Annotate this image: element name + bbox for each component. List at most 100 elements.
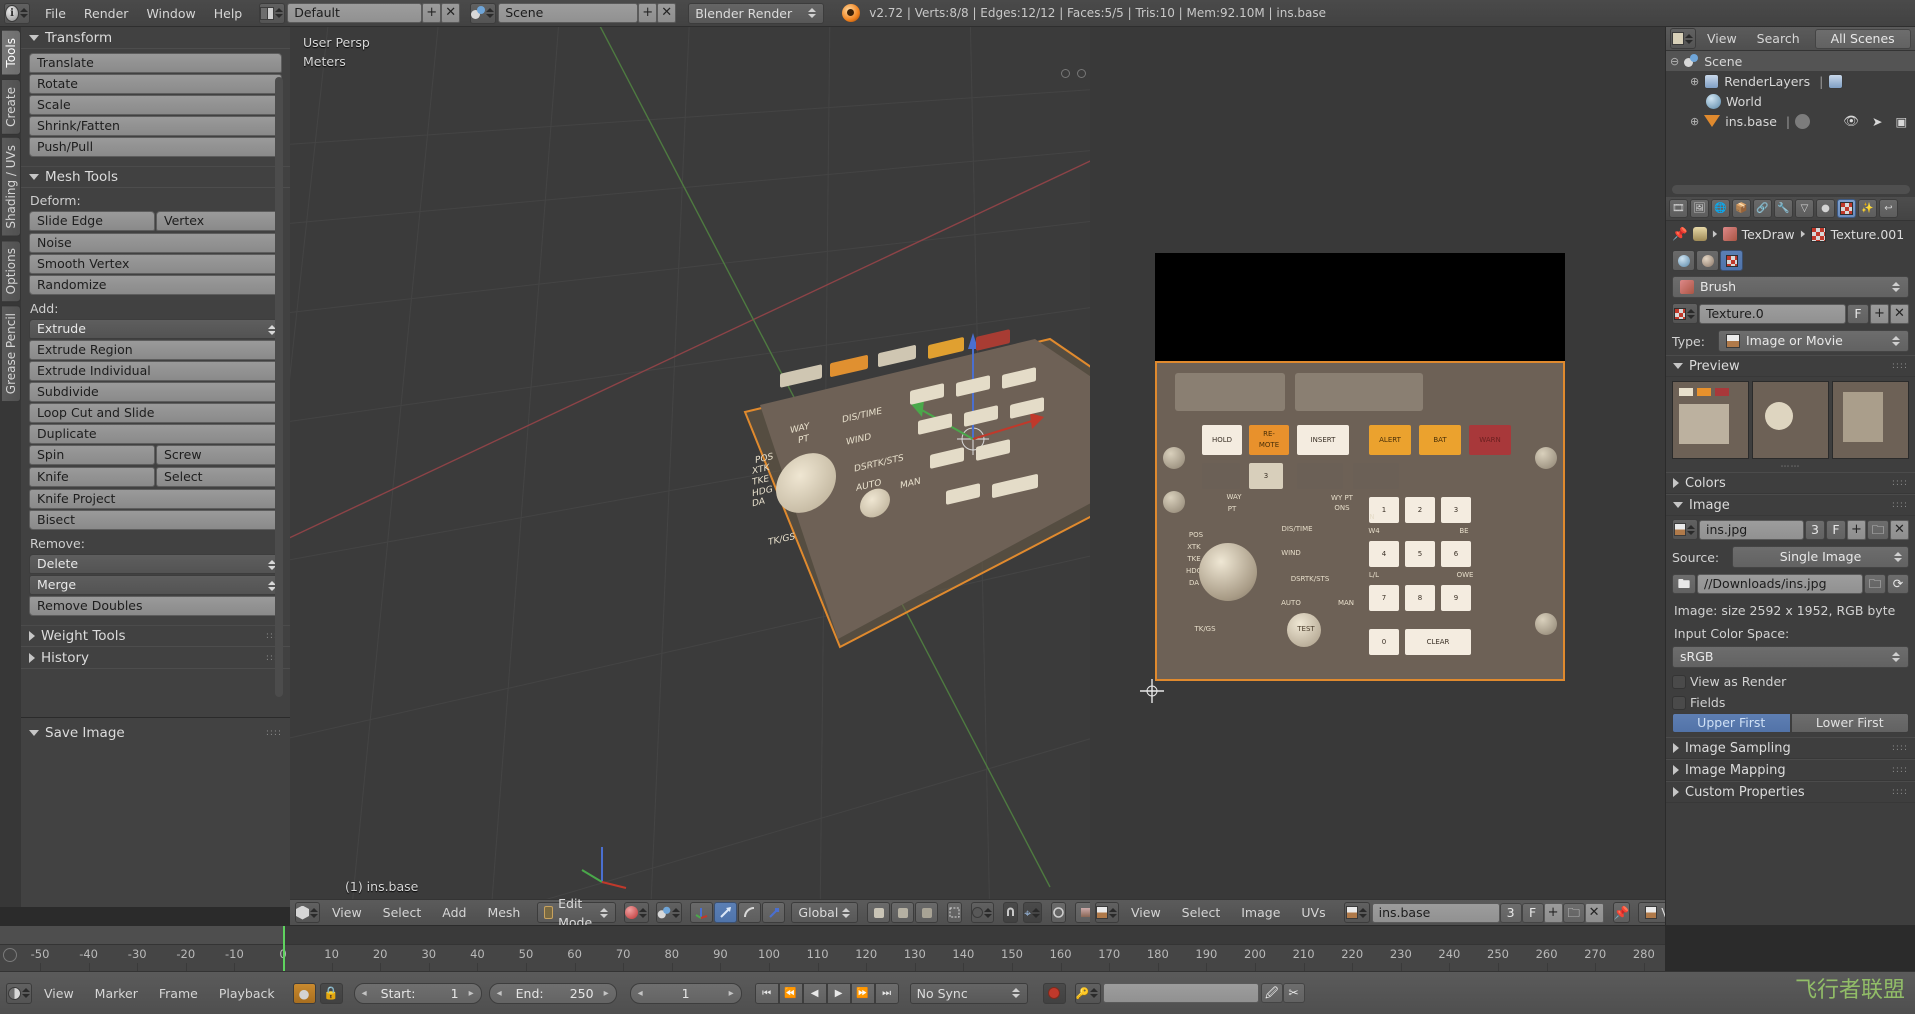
uv-image-open-icon[interactable]: 🗀 — [1562, 902, 1585, 923]
edge-select-mode-icon[interactable] — [891, 902, 915, 923]
section-image-mapping[interactable]: Image Mapping :::: — [1666, 759, 1915, 781]
viewport-shading-icon[interactable] — [624, 902, 650, 923]
viewport-corner-widget[interactable] — [1061, 69, 1070, 78]
menu-window[interactable]: Window — [137, 3, 204, 24]
snap-magnet-icon[interactable] — [1003, 902, 1019, 923]
texture-new-button[interactable]: + — [1870, 303, 1889, 324]
scene-name-field[interactable]: Scene — [498, 3, 639, 23]
panel-header-mesh-tools[interactable]: Mesh Tools — [21, 166, 290, 188]
outliner-row-world[interactable]: World — [1666, 91, 1915, 111]
new-screen-button[interactable]: + — [422, 3, 442, 23]
outliner-menu-search[interactable]: Search — [1748, 28, 1809, 49]
uv-image-new-button[interactable]: + — [1543, 902, 1563, 923]
timeline-menu-playback[interactable]: Playback — [210, 983, 284, 1004]
uv-image-editor[interactable]: HOLD RE- MOTE INSERT ALERT BAT WARN 3 1 2… — [1090, 27, 1665, 907]
scene-browse-icon[interactable] — [470, 2, 497, 24]
extrude-button[interactable]: Extrude — [29, 319, 282, 339]
uv-image-browse-icon[interactable] — [1343, 902, 1370, 923]
render-engine-dropdown[interactable]: Blender Render — [688, 2, 825, 24]
decrement-icon[interactable]: ◂ — [638, 984, 643, 1003]
shrink-fatten-button[interactable]: Shrink/Fatten — [29, 116, 282, 136]
tab-render-layers[interactable]: 🖼 — [1690, 199, 1709, 218]
fields-row[interactable]: Fields — [1666, 692, 1915, 713]
auto-keying-icon[interactable]: ● — [292, 982, 316, 1004]
increment-icon[interactable]: ▸ — [729, 984, 734, 1003]
keying-set-browse-icon[interactable]: 🔑 — [1074, 982, 1101, 1004]
view-as-render-row[interactable]: View as Render — [1666, 671, 1915, 692]
jump-forward-keyframe-button[interactable]: ⏩ — [850, 982, 875, 1004]
decrement-icon[interactable]: ◂ — [497, 984, 502, 1003]
tool-tab-shading-uvs[interactable]: Shading / UVs — [2, 137, 21, 238]
tool-tab-grease-pencil[interactable]: Grease Pencil — [2, 305, 21, 403]
timeline-ruler[interactable]: -50-40-30-20-100102030405060708090100110… — [0, 944, 1665, 971]
uv-menu-view[interactable]: View — [1122, 902, 1170, 923]
uv-menu-uvs[interactable]: UVs — [1292, 902, 1334, 923]
delete-keyframe-icon[interactable]: ✂ — [1282, 983, 1305, 1003]
slide-edge-button[interactable]: Slide Edge — [29, 211, 155, 231]
field-order-upper-first[interactable]: Upper First — [1672, 713, 1791, 733]
push-pull-button[interactable]: Push/Pull — [29, 137, 282, 157]
tab-render[interactable]: 🎞 — [1669, 199, 1688, 218]
tab-object-data[interactable]: ▽ — [1795, 199, 1814, 218]
visibility-eye-icon[interactable]: 👁 — [1843, 113, 1859, 129]
image-browse-icon[interactable] — [1672, 519, 1698, 540]
renderability-camera-icon[interactable]: ▣ — [1895, 114, 1907, 129]
image-fake-user-button[interactable]: F — [1826, 519, 1846, 540]
tool-tab-options[interactable]: Options — [2, 240, 21, 303]
image-filepath-field[interactable]: //Downloads/ins.jpg — [1697, 574, 1863, 594]
timeline-left-handle[interactable] — [3, 948, 17, 962]
rotate-button[interactable]: Rotate — [29, 74, 282, 94]
tab-modifiers[interactable]: 🔧 — [1774, 199, 1793, 218]
timeline-editor[interactable]: -50-40-30-20-100102030405060708090100110… — [0, 925, 1665, 971]
tool-tab-tools[interactable]: Tools — [2, 30, 21, 76]
section-custom-properties[interactable]: Custom Properties :::: — [1666, 781, 1915, 803]
properties-editor[interactable]: 🎞 🖼 🌐 📦 🔗 🔧 ▽ ● ✨ ↩ 📌 TexDraw Texture.00… — [1665, 197, 1915, 925]
texture-preview-strip[interactable] — [1666, 377, 1915, 463]
lock-icon[interactable]: 🔒 — [319, 982, 343, 1004]
mesh-data-icon[interactable] — [1795, 113, 1811, 129]
fields-checkbox[interactable] — [1672, 695, 1686, 710]
knife-button[interactable]: Knife — [29, 467, 155, 487]
uv-menu-image[interactable]: Image — [1232, 902, 1289, 923]
blender-logo-icon[interactable]: i — [4, 2, 30, 24]
jump-to-start-button[interactable]: ⏮ — [754, 982, 779, 1004]
menu-file[interactable]: File — [36, 3, 75, 24]
frame-end-field[interactable]: ◂ End: 250 ▸ — [488, 982, 617, 1004]
increment-icon[interactable]: ▸ — [469, 984, 474, 1003]
field-order-lower-first[interactable]: Lower First — [1790, 713, 1909, 733]
preview-resize-grip[interactable]: ⋯⋯ — [1781, 462, 1801, 472]
randomize-button[interactable]: Randomize — [29, 275, 282, 295]
viewport-canvas[interactable] — [290, 27, 1090, 907]
texture-unlink-button[interactable]: ✕ — [1890, 303, 1909, 324]
pin-id-icon[interactable]: 📌 — [1672, 226, 1688, 242]
image-source-dropdown[interactable]: Single Image — [1732, 546, 1909, 568]
viewport-menu-add[interactable]: Add — [433, 902, 475, 923]
timeline-playhead[interactable] — [283, 926, 285, 971]
timeline-scrub-band[interactable] — [0, 926, 1665, 944]
merge-button[interactable]: Merge — [29, 575, 282, 595]
delete-button[interactable]: Delete — [29, 554, 282, 574]
tab-object[interactable]: 🔗 — [1753, 199, 1772, 218]
expand-icon[interactable]: ⊕ — [1690, 115, 1699, 128]
delete-screen-button[interactable]: ✕ — [441, 3, 461, 23]
image-users-count[interactable]: 3 — [1805, 519, 1825, 540]
uv-image-fake-user-button[interactable]: F — [1521, 902, 1544, 923]
proportional-edit-icon[interactable] — [971, 902, 995, 923]
timeline-menu-frame[interactable]: Frame — [150, 983, 207, 1004]
spin-button[interactable]: Spin — [29, 445, 155, 465]
uv-image-users-count[interactable]: 3 — [1499, 902, 1522, 923]
duplicate-button[interactable]: Duplicate — [29, 424, 282, 444]
pivot-center-icon[interactable] — [690, 902, 714, 923]
screen-layout-field[interactable]: Default — [287, 3, 423, 23]
viewport-corner-widget-2[interactable] — [1077, 69, 1086, 78]
snap-element-icon[interactable]: ⌖ — [1023, 902, 1043, 923]
outliner-row-ins-base[interactable]: ⊕ ins.base | 👁 ➤ ▣ — [1666, 111, 1915, 131]
uv-image-panel-area[interactable]: HOLD RE- MOTE INSERT ALERT BAT WARN 3 1 2… — [1155, 361, 1565, 681]
3d-viewport[interactable]: WAY PT POS XTK TKE HDG DA TK/GS DIS/TIME… — [290, 27, 1090, 907]
scale-button[interactable]: Scale — [29, 95, 282, 115]
vertex-slide-button[interactable]: Vertex — [156, 211, 282, 231]
scale-manipulator-icon[interactable] — [762, 902, 786, 923]
collapse-icon[interactable]: ⊖ — [1670, 55, 1679, 68]
uv-image-unlink-button[interactable]: ✕ — [1584, 902, 1604, 923]
remove-doubles-button[interactable]: Remove Doubles — [29, 596, 282, 616]
